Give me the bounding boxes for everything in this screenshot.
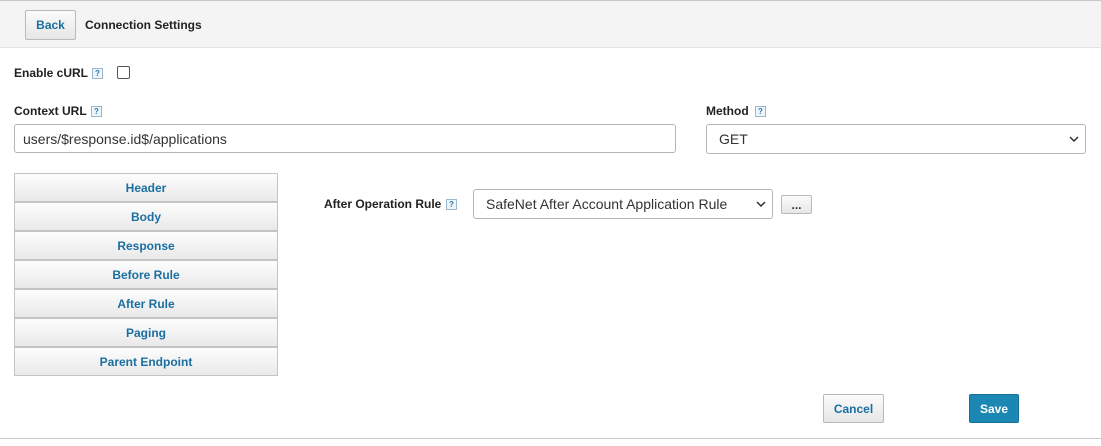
- tab-header[interactable]: Header: [14, 173, 278, 202]
- method-selected-value: GET: [719, 131, 748, 147]
- edit-rule-button[interactable]: ...: [781, 195, 812, 214]
- context-url-help-icon[interactable]: ?: [91, 106, 102, 117]
- tab-response[interactable]: Response: [14, 231, 278, 260]
- tab-before-rule[interactable]: Before Rule: [14, 260, 278, 289]
- back-button[interactable]: Back: [25, 10, 76, 40]
- cancel-button[interactable]: Cancel: [823, 394, 884, 423]
- tab-after-rule[interactable]: After Rule: [14, 289, 278, 318]
- method-label: Method: [706, 104, 749, 118]
- tab-body[interactable]: Body: [14, 202, 278, 231]
- page-header: Back Connection Settings: [0, 1, 1101, 48]
- tab-parent-endpoint[interactable]: Parent Endpoint: [14, 347, 278, 376]
- after-operation-rule-select[interactable]: SafeNet After Account Application Rule: [473, 189, 773, 219]
- enable-curl-label: Enable cURL: [14, 66, 89, 80]
- after-operation-rule-label: After Operation Rule: [324, 197, 442, 211]
- enable-curl-help-icon[interactable]: ?: [92, 68, 103, 79]
- bottom-divider: [0, 438, 1101, 439]
- context-url-input[interactable]: [14, 124, 676, 153]
- chevron-down-icon: [1063, 136, 1085, 142]
- context-url-label: Context URL: [14, 104, 87, 118]
- page-title: Connection Settings: [85, 18, 202, 32]
- chevron-down-icon: [750, 201, 772, 207]
- settings-tab-list: Header Body Response Before Rule After R…: [14, 173, 278, 376]
- after-operation-rule-selected-value: SafeNet After Account Application Rule: [486, 196, 728, 212]
- after-operation-rule-help-icon[interactable]: ?: [446, 199, 457, 210]
- save-button[interactable]: Save: [969, 394, 1019, 423]
- method-help-icon[interactable]: ?: [755, 106, 766, 117]
- tab-paging[interactable]: Paging: [14, 318, 278, 347]
- method-select[interactable]: GET: [706, 124, 1086, 154]
- enable-curl-checkbox[interactable]: [117, 66, 130, 79]
